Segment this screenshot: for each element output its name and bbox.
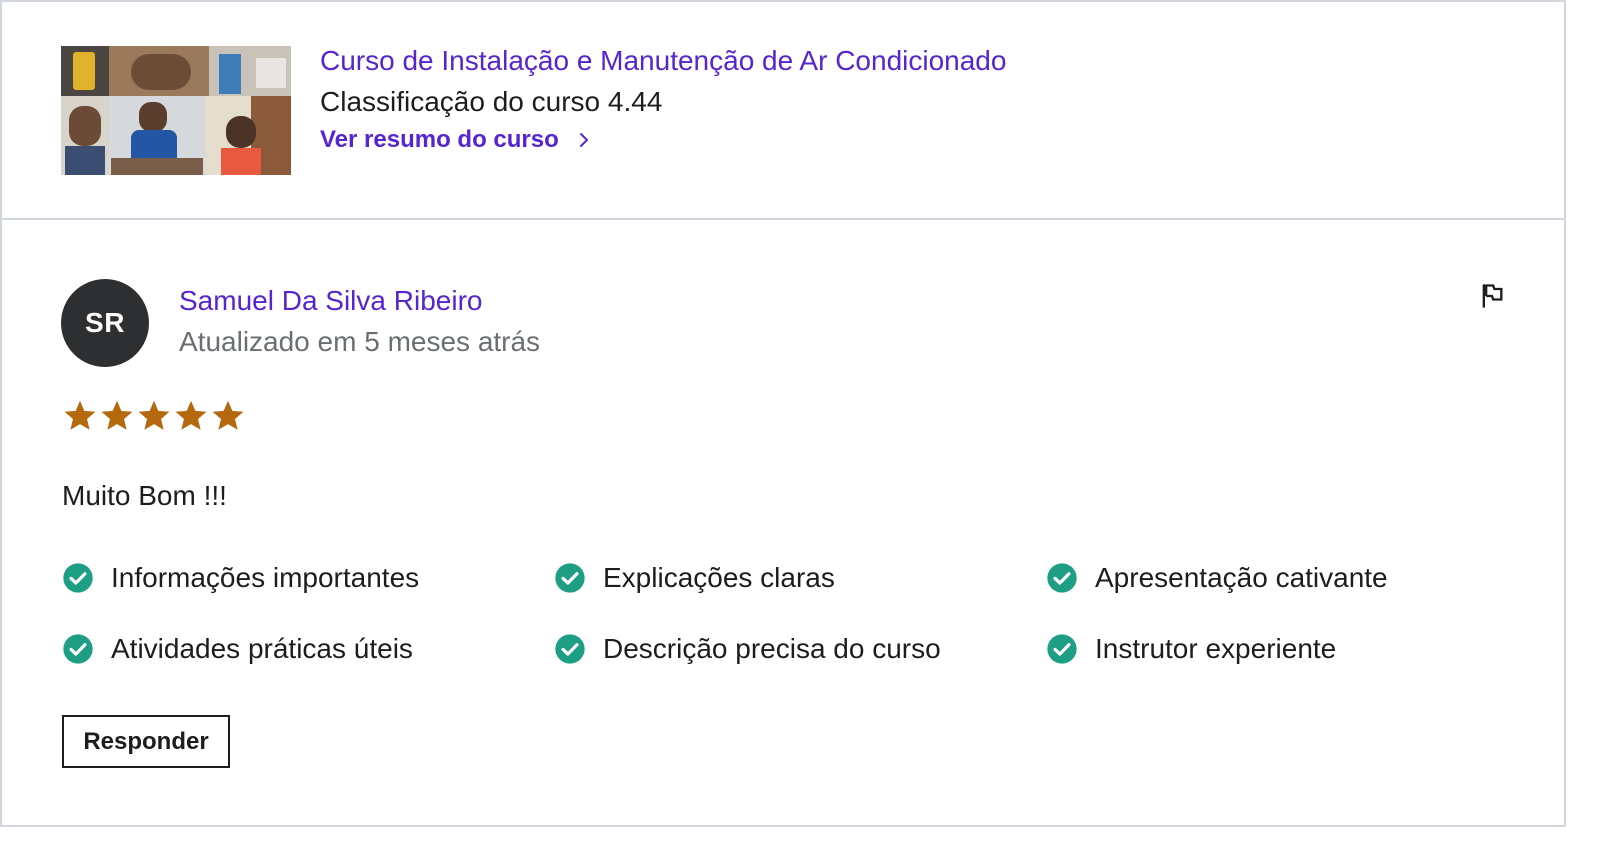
- check-circle-icon: [1047, 634, 1077, 664]
- course-thumbnail[interactable]: [61, 46, 291, 175]
- review-tag: Informações importantes: [62, 559, 554, 597]
- flag-icon[interactable]: [1478, 282, 1506, 310]
- star-icon: [175, 400, 207, 430]
- review-tag-label: Explicações claras: [603, 562, 835, 593]
- course-rating: Classificação do curso 4.44: [320, 86, 663, 117]
- review-tag: Explicações claras: [554, 559, 1046, 597]
- reply-button[interactable]: Responder: [62, 715, 230, 768]
- check-circle-icon: [1047, 563, 1077, 593]
- course-title-link[interactable]: Curso de Instalação e Manutenção de Ar C…: [320, 42, 1006, 80]
- view-course-summary-link[interactable]: Ver resumo do curso: [320, 126, 593, 154]
- review-tag: Atividades práticas úteis: [62, 630, 554, 668]
- review-tag-label: Descrição precisa do curso: [603, 633, 941, 664]
- reviewer-name-link[interactable]: Samuel Da Silva Ribeiro: [179, 282, 540, 320]
- star-rating: [62, 398, 246, 434]
- course-header: Curso de Instalação e Manutenção de Ar C…: [2, 2, 1564, 220]
- review-tag-label: Apresentação cativante: [1095, 562, 1388, 593]
- review-tags: Informações importantes Explicações clar…: [62, 559, 1542, 668]
- review-tag-label: Instrutor experiente: [1095, 633, 1337, 664]
- check-circle-icon: [555, 634, 585, 664]
- chevron-right-icon: [579, 133, 588, 147]
- course-info: Curso de Instalação e Manutenção de Ar C…: [320, 42, 1006, 154]
- review-date: Atualizado em 5 meses atrás: [179, 326, 541, 357]
- check-circle-icon: [63, 563, 93, 593]
- review-text: Muito Bom !!!: [62, 480, 227, 511]
- reviewer-info: Samuel Da Silva Ribeiro Atualizado em 5 …: [179, 282, 540, 362]
- review-tag: Apresentação cativante: [1046, 559, 1538, 597]
- review-tag: Descrição precisa do curso: [554, 630, 1046, 668]
- star-icon: [101, 400, 133, 430]
- star-icon: [138, 400, 170, 430]
- star-icon: [64, 400, 96, 430]
- review-tag-label: Atividades práticas úteis: [111, 633, 413, 664]
- review-card: Curso de Instalação e Manutenção de Ar C…: [0, 0, 1566, 827]
- review-tag-label: Informações importantes: [111, 562, 420, 593]
- view-course-summary-label: Ver resumo do curso: [320, 126, 559, 153]
- check-circle-icon: [555, 563, 585, 593]
- review-tag: Instrutor experiente: [1046, 630, 1538, 668]
- check-circle-icon: [63, 634, 93, 664]
- avatar: SR: [61, 279, 149, 367]
- star-icon: [212, 400, 244, 430]
